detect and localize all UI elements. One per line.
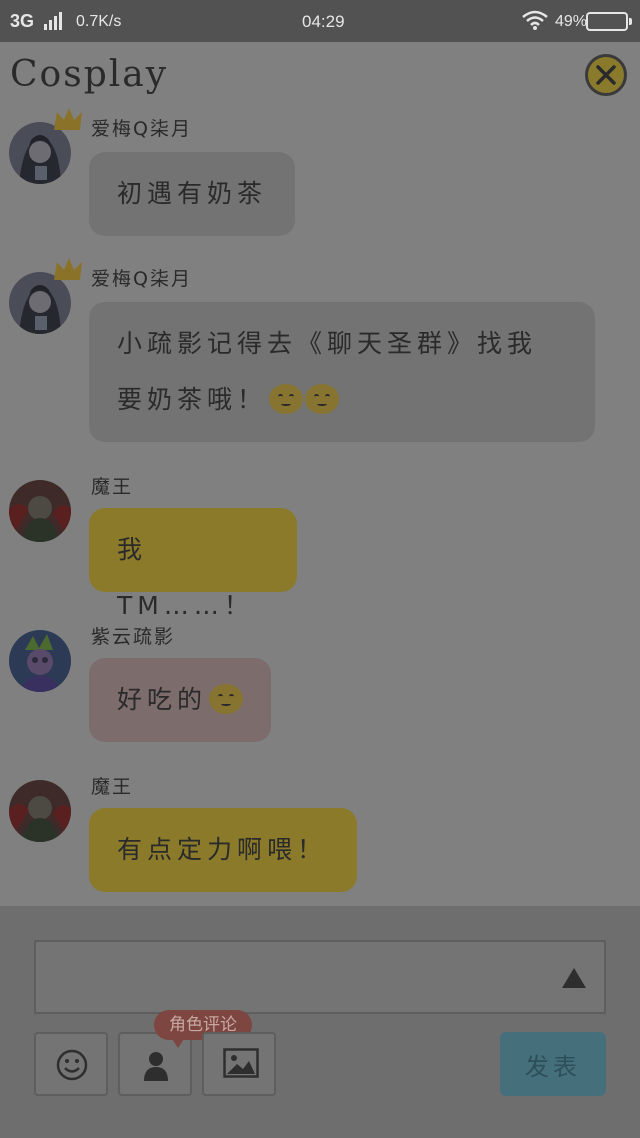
close-button[interactable]: [585, 54, 627, 96]
smile-emoji-icon: [209, 684, 244, 714]
message-text: 初遇有奶茶: [117, 179, 268, 208]
emoji-button[interactable]: [34, 1032, 108, 1096]
signal-icon: [44, 12, 64, 30]
smile-emoji-icon: [305, 384, 340, 414]
message-text: 有点定力啊喂！: [117, 835, 328, 864]
message-bubble[interactable]: 有点定力啊喂！: [89, 808, 357, 892]
image-icon: [223, 1048, 259, 1078]
smiley-icon: [56, 1049, 88, 1081]
send-button[interactable]: 发表: [500, 1032, 606, 1096]
message-bubble[interactable]: 小疏影记得去《聊天圣群》找我 要奶茶哦！: [89, 302, 595, 442]
person-icon: [144, 1052, 168, 1081]
page-title: Cosplay: [10, 54, 169, 95]
composer: 角色评论 发表: [0, 906, 640, 1138]
clock: 04:29: [302, 12, 345, 31]
message-username: 爱梅Q柒月: [91, 268, 192, 290]
network-type: 3G: [10, 11, 35, 31]
network-speed: 0.7K/s: [76, 13, 122, 30]
message-username: 魔王: [91, 476, 134, 498]
avatar[interactable]: [9, 780, 71, 842]
close-icon: [596, 65, 616, 85]
chat-panel[interactable]: Cosplay 爱梅Q柒月 初遇有奶茶 爱梅Q柒月 小疏影记得去《聊天圣群》找我…: [0, 42, 640, 906]
image-button[interactable]: [202, 1032, 276, 1096]
message-input[interactable]: [46, 952, 546, 1002]
message-text: 我TM……！: [117, 535, 254, 620]
message-username: 紫云疏影: [91, 626, 176, 648]
avatar[interactable]: [9, 630, 71, 692]
kiss-emoji-icon: [269, 384, 304, 414]
status-bar: 3G 0.7K/s 04:29 49%: [0, 0, 640, 42]
message-username: 魔王: [91, 776, 134, 798]
avatar[interactable]: [9, 480, 71, 542]
crown-icon: [54, 108, 82, 130]
message-text: 小疏影记得去《聊天圣群》找我: [117, 329, 538, 358]
message-input-box[interactable]: [34, 940, 606, 1014]
message-bubble[interactable]: 初遇有奶茶: [89, 152, 295, 236]
wifi-icon: [522, 10, 548, 35]
message-username: 爱梅Q柒月: [91, 118, 192, 140]
message-text: 要奶茶哦！: [117, 385, 268, 414]
expand-up-icon[interactable]: [562, 968, 586, 988]
battery-percent: 49%: [555, 13, 588, 30]
message-bubble[interactable]: 好吃的: [89, 658, 271, 742]
message-bubble[interactable]: 我TM……！: [89, 508, 297, 620]
battery-icon: [586, 12, 632, 31]
message-text: 好吃的: [117, 685, 208, 714]
crown-icon: [54, 258, 82, 280]
